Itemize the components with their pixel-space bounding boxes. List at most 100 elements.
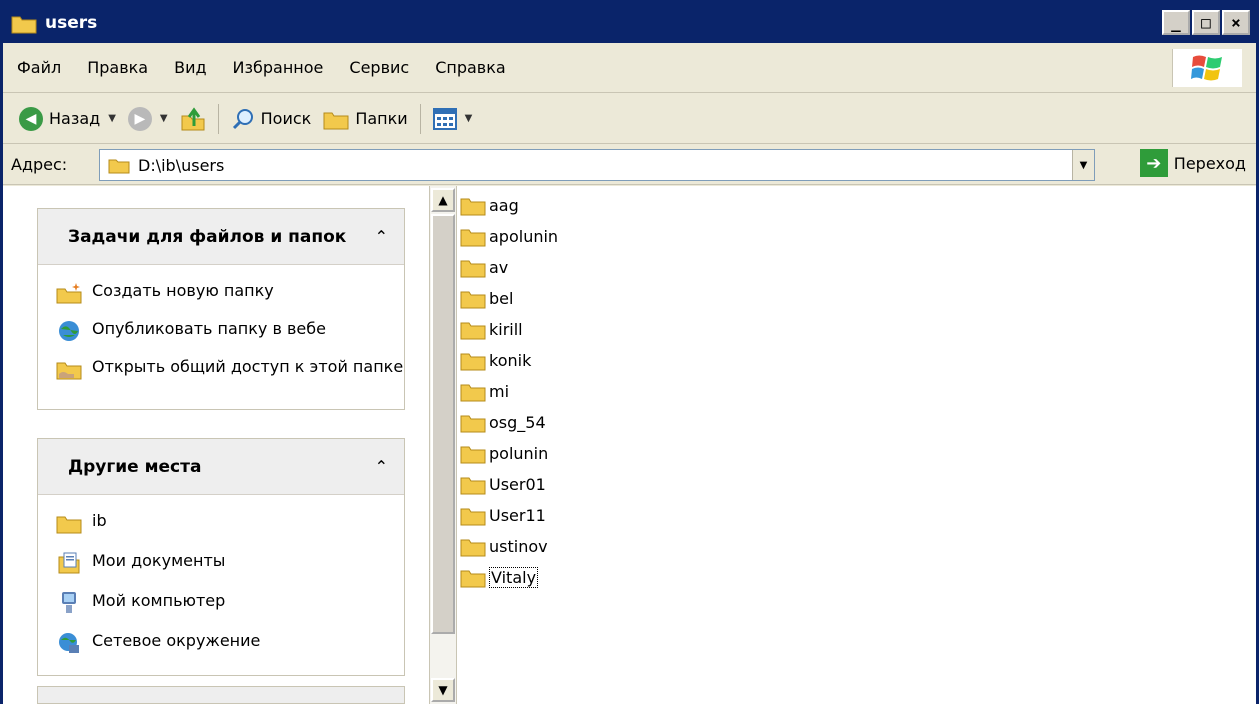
forward-button[interactable]: ▶ ▼ <box>122 100 174 138</box>
task-label: Создать новую папку <box>92 281 274 300</box>
back-dropdown-icon[interactable]: ▼ <box>108 113 116 124</box>
folder-icon <box>459 350 487 372</box>
toolbar: ◀ Назад ▼ ▶ ▼ Поиск Папки ▼ <box>3 94 1256 144</box>
file-name: Vitaly <box>489 567 539 588</box>
places-panel: Другие места ⌃ ib Мои документы Мой комп… <box>37 438 405 676</box>
menu-edit[interactable]: Правка <box>75 58 160 77</box>
network-icon <box>56 631 82 655</box>
file-name: av <box>489 258 509 277</box>
list-item[interactable]: ustinov <box>459 531 558 562</box>
back-button[interactable]: ◀ Назад ▼ <box>13 100 122 138</box>
scroll-up-icon[interactable]: ▲ <box>431 188 455 212</box>
menu-help[interactable]: Справка <box>423 58 518 77</box>
minimize-button[interactable]: _ <box>1162 10 1190 35</box>
search-icon <box>232 108 253 129</box>
folder-icon <box>108 159 130 174</box>
file-name: mi <box>489 382 510 401</box>
go-arrow-icon: ➔ <box>1139 149 1168 177</box>
place-network[interactable]: Сетевое окружение <box>56 631 404 655</box>
task-share-folder[interactable]: Открыть общий доступ к этой папке <box>56 357 404 381</box>
forward-arrow-icon: ▶ <box>127 106 152 131</box>
scroll-thumb[interactable] <box>431 214 455 634</box>
places-panel-header[interactable]: Другие места ⌃ <box>38 439 404 495</box>
folder-icon <box>459 319 487 341</box>
file-name: konik <box>489 351 532 370</box>
list-item[interactable]: User01 <box>459 469 558 500</box>
folder-icon <box>459 195 487 217</box>
list-item[interactable]: konik <box>459 345 558 376</box>
list-item[interactable]: User11 <box>459 500 558 531</box>
address-label: Адрес: <box>11 155 68 174</box>
folders-label: Папки <box>355 109 408 128</box>
details-panel-header[interactable] <box>37 686 405 704</box>
file-name: aag <box>489 196 519 215</box>
folder-icon <box>459 505 487 527</box>
places-panel-title: Другие места <box>68 456 202 477</box>
folder-icon <box>459 443 487 465</box>
place-ib[interactable]: ib <box>56 511 404 535</box>
address-value: D:\ib\users <box>138 155 225 175</box>
list-item[interactable]: osg_54 <box>459 407 558 438</box>
list-item[interactable]: bel <box>459 283 558 314</box>
go-button[interactable]: ➔ Переход <box>1139 149 1246 177</box>
folders-button[interactable]: Папки <box>317 100 413 138</box>
new-folder-icon <box>56 281 82 305</box>
file-name: User01 <box>489 475 546 494</box>
list-item[interactable]: kirill <box>459 314 558 345</box>
web-publish-icon <box>56 319 82 343</box>
back-label: Назад <box>49 109 101 128</box>
folder-icon <box>459 226 487 248</box>
folders-icon <box>323 112 349 129</box>
file-name: User11 <box>489 506 546 525</box>
window-title: users <box>45 13 98 33</box>
title-bar[interactable]: users _ □ × <box>3 3 1256 43</box>
task-publish-web[interactable]: Опубликовать папку в вебе <box>56 319 404 343</box>
menu-file[interactable]: Файл <box>5 58 73 77</box>
place-label: Сетевое окружение <box>92 631 261 650</box>
list-item[interactable]: mi <box>459 376 558 407</box>
place-my-documents[interactable]: Мои документы <box>56 551 404 575</box>
up-button[interactable] <box>174 100 212 138</box>
collapse-icon[interactable]: ⌃ <box>375 457 388 476</box>
menu-tools[interactable]: Сервис <box>337 58 421 77</box>
task-label: Опубликовать папку в вебе <box>92 319 326 338</box>
scroll-down-icon[interactable]: ▼ <box>431 678 455 702</box>
tasks-panel-header[interactable]: Задачи для файлов и папок ⌃ <box>38 209 404 265</box>
menu-favorites[interactable]: Избранное <box>221 58 336 77</box>
windows-logo-icon <box>1172 49 1242 87</box>
go-label: Переход <box>1173 153 1246 173</box>
forward-dropdown-icon[interactable]: ▼ <box>160 113 168 124</box>
tasks-panel: Задачи для файлов и папок ⌃ Создать нову… <box>37 208 405 410</box>
list-item[interactable]: aag <box>459 190 558 221</box>
place-label: Мой компьютер <box>92 591 226 610</box>
folder-icon <box>459 474 487 496</box>
views-button[interactable]: ▼ <box>427 100 479 138</box>
file-name: kirill <box>489 320 523 339</box>
place-label: Мои документы <box>92 551 226 570</box>
address-input[interactable]: D:\ib\users ▼ <box>99 149 1095 181</box>
file-name: apolunin <box>489 227 559 246</box>
folder-icon <box>459 536 487 558</box>
file-name: bel <box>489 289 514 308</box>
list-item[interactable]: av <box>459 252 558 283</box>
file-name: polunin <box>489 444 549 463</box>
views-dropdown-icon[interactable]: ▼ <box>465 113 473 124</box>
collapse-icon[interactable]: ⌃ <box>375 227 388 246</box>
address-dropdown-icon[interactable]: ▼ <box>1072 150 1094 180</box>
list-item[interactable]: polunin <box>459 438 558 469</box>
menu-view[interactable]: Вид <box>162 58 218 77</box>
my-documents-icon <box>56 551 82 575</box>
place-label: ib <box>92 511 107 530</box>
task-new-folder[interactable]: Создать новую папку <box>56 281 404 305</box>
close-button[interactable]: × <box>1222 10 1250 35</box>
place-my-computer[interactable]: Мой компьютер <box>56 591 404 615</box>
task-pane-scrollbar[interactable]: ▲ ▼ <box>429 186 457 704</box>
folder-icon <box>459 412 487 434</box>
search-button[interactable]: Поиск <box>225 100 318 138</box>
file-list: aag apolunin av bel kirill konik mi osg_… <box>459 190 558 593</box>
share-folder-icon <box>56 357 82 381</box>
toolbar-separator <box>217 103 219 134</box>
list-item[interactable]: apolunin <box>459 221 558 252</box>
maximize-button[interactable]: □ <box>1192 10 1220 35</box>
list-item[interactable]: Vitaly <box>459 562 558 593</box>
